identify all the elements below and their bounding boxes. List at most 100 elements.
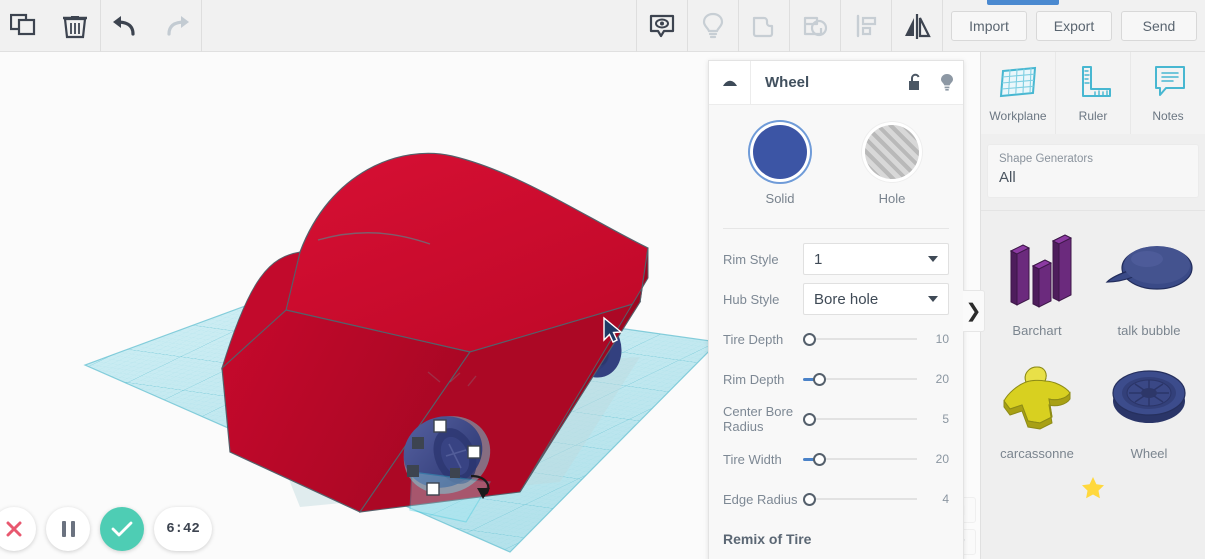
rim-depth-slider[interactable] — [803, 370, 917, 388]
undo-icon[interactable] — [101, 0, 151, 51]
timer-display: 6:42 — [154, 507, 212, 551]
copy-paste-icon[interactable] — [0, 0, 50, 51]
tire-width-slider[interactable] — [803, 450, 917, 468]
sidebar-tool-label: Notes — [1152, 109, 1184, 123]
shape-label: Barchart — [1012, 323, 1062, 338]
shape-properties-panel: Wheel Solid Hole Rim Style 1 Hub Style B… — [708, 60, 964, 559]
group-icon[interactable] — [739, 0, 789, 51]
shape-thumbnail — [992, 348, 1082, 444]
playback-controls: 6:42 — [0, 507, 212, 551]
active-tab-indicator — [987, 0, 1059, 5]
hole-swatch[interactable] — [865, 125, 919, 179]
property-rim-style: Rim Style 1 — [709, 239, 963, 279]
sidebar-tool-notes[interactable]: Notes — [1131, 52, 1205, 134]
lightbulb-icon[interactable] — [931, 61, 963, 105]
shape-barchart[interactable]: Barchart — [981, 225, 1093, 338]
shape-gallery: Barchart talk bubble carcassonne Wheel — [981, 210, 1205, 501]
shape-carcassonne[interactable]: carcassonne — [981, 348, 1093, 461]
panel-title: Wheel — [765, 74, 810, 91]
slider-knob[interactable] — [813, 452, 826, 466]
shape-thumbnail — [991, 225, 1083, 321]
sidebar-tools: Workplane Ruler Notes — [981, 52, 1205, 134]
property-hub-style: Hub Style Bore hole — [709, 279, 963, 319]
mode-solid[interactable]: Solid — [753, 125, 807, 206]
lightbulb-icon[interactable] — [688, 0, 738, 51]
property-label: Center Bore Radius — [723, 404, 794, 434]
redo-icon[interactable] — [151, 0, 201, 51]
slider-track — [809, 338, 917, 340]
align-icon[interactable] — [841, 0, 891, 51]
edge-radius-value: 4 — [942, 492, 949, 506]
property-label: Tire Depth — [723, 331, 784, 347]
shape-wheel[interactable]: Wheel — [1093, 348, 1205, 461]
shape-label: Wheel — [1130, 446, 1168, 461]
center-bore-radius-value: 5 — [942, 412, 949, 426]
rim-style-select[interactable]: 1 — [803, 243, 949, 275]
shape-thumbnail — [1103, 348, 1195, 444]
show-hide-icon[interactable] — [637, 0, 687, 51]
panel-header: Wheel — [709, 61, 963, 105]
mode-hole-label: Hole — [878, 191, 906, 206]
property-label: Tire Width — [723, 451, 782, 467]
confirm-button[interactable] — [100, 507, 144, 551]
right-sidebar: Workplane Ruler Notes Shape Generators A… — [980, 52, 1205, 559]
sidebar-tool-ruler[interactable]: Ruler — [1056, 52, 1131, 134]
remix-of-tire-label: Remix of Tire — [709, 519, 963, 559]
unlock-icon[interactable] — [899, 61, 931, 105]
hub-style-select[interactable]: Bore hole — [803, 283, 949, 315]
shape-label: carcassonne — [1000, 446, 1074, 461]
property-label: Rim Style — [723, 251, 779, 267]
record-button[interactable] — [0, 507, 36, 551]
mirror-icon[interactable] — [892, 0, 942, 51]
panel-footer-label: Remix of Tire — [723, 530, 812, 547]
star-icon[interactable] — [1080, 475, 1106, 501]
tinkercad-app: Import Export Send 6:42 Wheel Solid Hole… — [0, 0, 1205, 559]
shape-talk-bubble[interactable]: talk bubble — [1093, 225, 1205, 338]
import-button[interactable]: Import — [951, 10, 1027, 41]
solid-color-swatch[interactable] — [753, 125, 807, 179]
hub-style-value: Bore hole — [814, 290, 879, 308]
slider-knob[interactable] — [813, 372, 826, 386]
center-bore-radius-slider[interactable] — [803, 410, 917, 428]
property-label: Hub Style — [723, 291, 780, 307]
ruler-icon — [1082, 66, 1111, 97]
collapse-triangle-icon[interactable] — [709, 61, 751, 105]
sidebar-tool-workplane[interactable]: Workplane — [981, 52, 1056, 134]
ungroup-icon[interactable] — [790, 0, 840, 51]
property-edge-radius: Edge Radius 4 — [709, 479, 963, 519]
shape-thumbnail — [1101, 225, 1197, 321]
toolbar-actions: Import Export Send — [943, 0, 1205, 51]
pause-bar — [70, 521, 75, 537]
property-tire-width: Tire Width 20 — [709, 439, 963, 479]
pause-button[interactable] — [46, 507, 90, 551]
rim-depth-value: 20 — [935, 372, 949, 386]
shape-generators-selector[interactable]: Shape Generators All — [987, 144, 1199, 198]
slider-knob[interactable] — [803, 492, 816, 506]
pause-bar — [61, 521, 66, 537]
shape-generators-value: All — [999, 169, 1016, 186]
tire-depth-slider[interactable] — [803, 330, 917, 348]
tire-width-value: 20 — [935, 452, 949, 466]
mode-solid-label: Solid — [765, 191, 795, 206]
delete-icon[interactable] — [50, 0, 100, 51]
slider-knob[interactable] — [803, 332, 816, 346]
slider-track — [809, 498, 917, 500]
sidebar-tool-label: Ruler — [1078, 109, 1108, 123]
property-rim-depth: Rim Depth 20 — [709, 359, 963, 399]
chevron-down-icon — [928, 256, 938, 262]
property-label: Rim Depth — [723, 371, 785, 387]
mode-hole[interactable]: Hole — [865, 125, 919, 206]
favorite-row — [981, 475, 1205, 501]
property-list: Rim Style 1 Hub Style Bore hole Tire Dep… — [709, 229, 963, 559]
panel-expand-arrow[interactable]: ❯ — [963, 290, 985, 332]
slider-track — [809, 418, 917, 420]
workplane-icon — [999, 66, 1037, 98]
edge-radius-slider[interactable] — [803, 490, 917, 508]
send-button[interactable]: Send — [1121, 10, 1197, 41]
slider-knob[interactable] — [803, 412, 816, 426]
export-button[interactable]: Export — [1036, 10, 1112, 41]
property-label: Edge Radius — [723, 491, 798, 507]
chevron-down-icon — [928, 296, 938, 302]
shape-label: talk bubble — [1117, 323, 1181, 338]
